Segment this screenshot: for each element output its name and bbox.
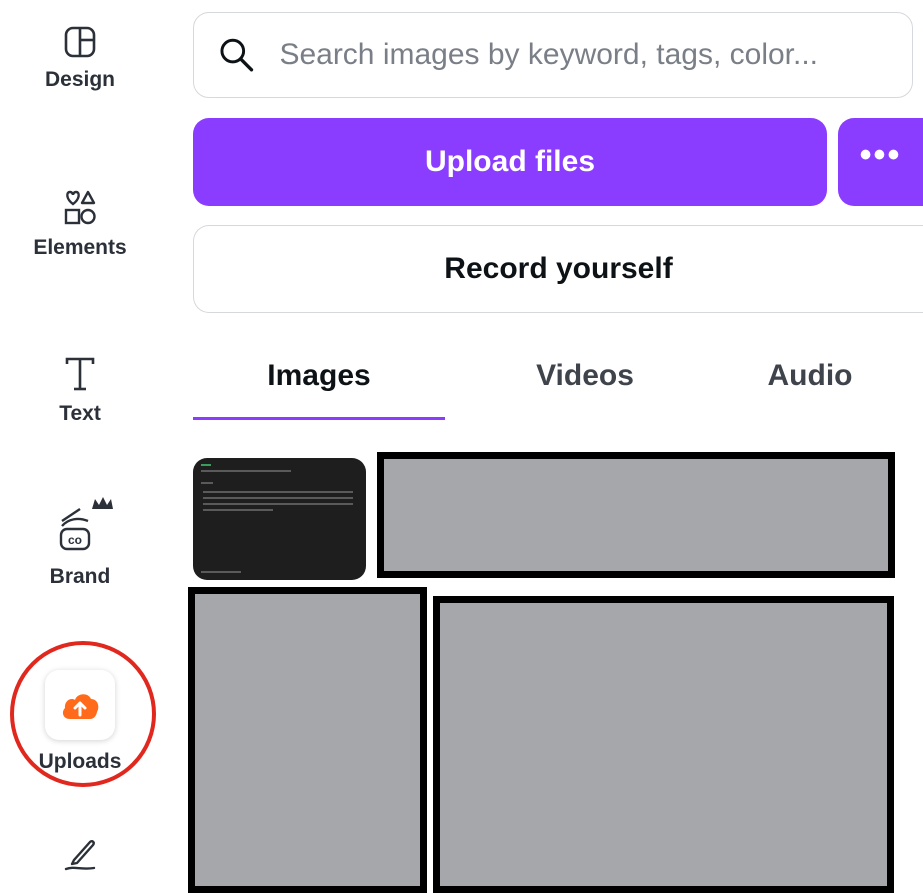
search-input[interactable] — [277, 37, 912, 73]
sidebar-item-design[interactable]: Design — [0, 22, 160, 92]
draw-pen-icon — [64, 840, 96, 871]
more-options-button[interactable]: ••• — [838, 118, 923, 206]
image-thumbnail[interactable] — [193, 458, 366, 580]
image-thumbnail[interactable] — [377, 452, 895, 578]
search-box[interactable] — [193, 12, 913, 98]
shapes-icon — [64, 190, 96, 225]
svg-text:co: co — [68, 533, 82, 547]
sidebar-item-label: Text — [59, 402, 101, 425]
brand-crown-icon: co — [59, 497, 113, 551]
sidebar-item-draw[interactable] — [0, 832, 160, 874]
tab-audio[interactable]: Audio — [725, 352, 895, 400]
sidebar-item-label: Design — [44, 68, 115, 91]
image-thumbnail[interactable] — [433, 596, 894, 893]
highlight-ring — [10, 641, 156, 787]
upload-files-button[interactable]: Upload files — [193, 118, 827, 206]
sidebar-item-label: Brand — [49, 565, 111, 588]
sidebar: Design Elements Text co Brand Uploads — [0, 0, 160, 893]
sidebar-item-brand[interactable]: co Brand — [0, 495, 160, 589]
search-icon — [220, 38, 254, 72]
image-thumbnail[interactable] — [188, 587, 427, 893]
active-tab-indicator — [193, 417, 445, 420]
record-yourself-button[interactable]: Record yourself — [193, 225, 923, 313]
layout-icon — [64, 26, 96, 58]
sidebar-item-label: Elements — [33, 236, 127, 259]
sidebar-item-elements[interactable]: Elements — [0, 186, 160, 260]
sidebar-item-text[interactable]: Text — [0, 352, 160, 426]
tab-videos[interactable]: Videos — [445, 352, 725, 400]
text-t-icon — [65, 357, 95, 391]
tab-images[interactable]: Images — [193, 352, 445, 400]
